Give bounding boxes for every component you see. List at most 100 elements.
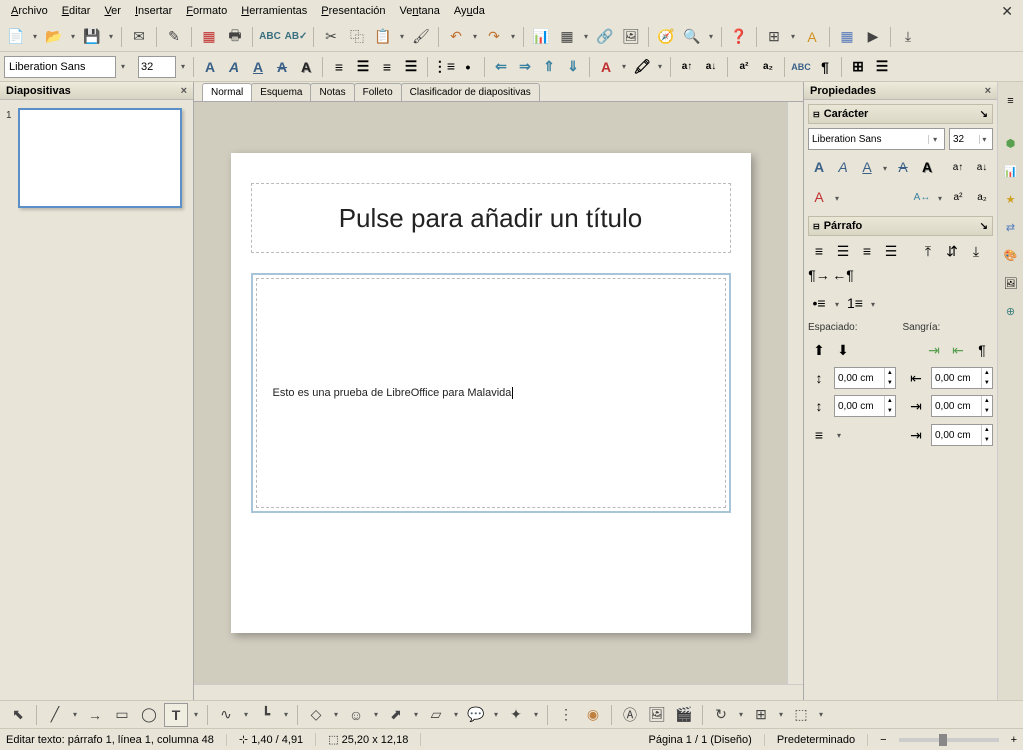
align-left-button[interactable]: ≡ xyxy=(328,56,350,78)
align-justify-button[interactable]: ☰ xyxy=(400,56,422,78)
sidebar-font-combo[interactable]: ▾ xyxy=(808,128,945,150)
font-size-dropdown[interactable]: ▾ xyxy=(178,55,188,79)
sb-bullets-dropdown[interactable]: ▾ xyxy=(832,292,842,316)
zoom-in-button[interactable]: + xyxy=(1011,734,1017,746)
demote-button[interactable]: ⇒ xyxy=(514,56,536,78)
indent-left-spinner[interactable]: ▲▼ xyxy=(931,367,993,389)
email-icon[interactable]: ✉ xyxy=(127,25,151,49)
align-objects-dropdown[interactable]: ▾ xyxy=(776,703,786,727)
sb-indent-inc-button[interactable]: ⇥ xyxy=(923,339,945,361)
sb-subscript-button[interactable]: a₂ xyxy=(971,186,993,208)
flowchart-icon[interactable]: ▱ xyxy=(424,703,448,727)
arrange-icon[interactable]: ⬚ xyxy=(789,703,813,727)
bullets-toggle-button[interactable]: • xyxy=(457,56,479,78)
sb-align-left-button[interactable]: ≡ xyxy=(808,240,830,262)
zoom-dropdown[interactable]: ▾ xyxy=(706,25,716,49)
points-icon[interactable]: ⋮ xyxy=(554,703,578,727)
sb-valign-mid-button[interactable]: ⇵ xyxy=(941,240,963,262)
sb-hanging-button[interactable]: ¶ xyxy=(971,339,993,361)
symbol-shapes-dropdown[interactable]: ▾ xyxy=(371,703,381,727)
tab-outline[interactable]: Esquema xyxy=(251,83,311,101)
subscript-button[interactable]: a₂ xyxy=(757,56,779,78)
sb-align-right-button[interactable]: ≡ xyxy=(856,240,878,262)
spin-up[interactable]: ▲ xyxy=(885,396,895,406)
paragraph-section-header[interactable]: ⊟ Párrafo ↘ xyxy=(808,216,993,236)
para-more-icon[interactable]: ↘ xyxy=(980,221,988,232)
spin-up[interactable]: ▲ xyxy=(982,396,992,406)
collapse-icon[interactable]: ⊟ xyxy=(813,110,820,119)
paste-dropdown[interactable]: ▾ xyxy=(397,25,407,49)
sidebar-size-dropdown[interactable]: ▾ xyxy=(979,135,989,144)
spin-down[interactable]: ▼ xyxy=(885,378,895,388)
glue-icon[interactable]: ◉ xyxy=(581,703,605,727)
sb-numbering-button[interactable]: 1≡ xyxy=(844,292,866,314)
font-color-dropdown[interactable]: ▾ xyxy=(619,55,629,79)
spin-down[interactable]: ▼ xyxy=(982,435,992,445)
indent-right-spinner[interactable]: ▲▼ xyxy=(931,395,993,417)
text-icon[interactable]: T xyxy=(164,703,188,727)
zoom-slider-thumb[interactable] xyxy=(939,734,947,746)
sb-shadow-button[interactable]: A xyxy=(916,156,938,178)
menu-ventana[interactable]: Ventana xyxy=(393,2,447,20)
chart-icon[interactable]: 📊 xyxy=(529,25,553,49)
tab-notes[interactable]: Notas xyxy=(310,83,354,101)
callouts-icon[interactable]: 💬 xyxy=(464,703,488,727)
line-spacing-icon[interactable]: ≡ xyxy=(808,424,830,446)
menu-ver[interactable]: Ver xyxy=(97,2,128,20)
paste-icon[interactable]: 📋 xyxy=(371,25,395,49)
increase-font-button[interactable]: a↑ xyxy=(676,56,698,78)
sb-numbering-dropdown[interactable]: ▾ xyxy=(868,292,878,316)
new-doc-icon[interactable]: 📄 xyxy=(4,25,28,49)
redo-icon[interactable]: ↷ xyxy=(482,25,506,49)
sb-bullets-button[interactable]: •≡ xyxy=(808,292,830,314)
zoom-slider[interactable] xyxy=(899,738,999,742)
char-dialog-button[interactable]: ABC xyxy=(790,56,812,78)
rotate-icon[interactable]: ↻ xyxy=(709,703,733,727)
autospell-icon[interactable]: AB✓ xyxy=(284,25,308,49)
character-section-header[interactable]: ⊟ Carácter ↘ xyxy=(808,104,993,124)
space-below-input[interactable] xyxy=(835,401,884,412)
char-more-icon[interactable]: ↘ xyxy=(980,109,988,120)
move-up-button[interactable]: ⇑ xyxy=(538,56,560,78)
sidetab-animation-icon[interactable]: ★ xyxy=(1000,188,1022,210)
sb-ltr-button[interactable]: ¶→ xyxy=(808,264,830,286)
close-icon[interactable]: ✕ xyxy=(995,3,1019,20)
content-text-box[interactable]: Esto es una prueba de LibreOffice para M… xyxy=(251,273,731,513)
undo-icon[interactable]: ↶ xyxy=(444,25,468,49)
slides-panel-close-icon[interactable]: × xyxy=(181,85,187,97)
sidebar-font-input[interactable] xyxy=(812,134,928,145)
sb-increase-font-button[interactable]: a↑ xyxy=(947,156,969,178)
copy-icon[interactable]: ⿻ xyxy=(345,25,369,49)
block-arrows-icon[interactable]: ⬈ xyxy=(384,703,408,727)
pdf-export-icon[interactable]: ▦ xyxy=(197,25,221,49)
stars-icon[interactable]: ✦ xyxy=(504,703,528,727)
slide-canvas[interactable]: Pulse para añadir un título Esto es una … xyxy=(194,102,787,684)
sb-italic-button[interactable]: A xyxy=(832,156,854,178)
spin-up[interactable]: ▲ xyxy=(982,368,992,378)
font-size-input[interactable] xyxy=(141,61,173,73)
open-dropdown[interactable]: ▾ xyxy=(68,25,78,49)
from-file-icon[interactable]: 🖼 xyxy=(645,703,669,727)
highlight-dropdown[interactable]: ▾ xyxy=(655,55,665,79)
spin-down[interactable]: ▼ xyxy=(982,378,992,388)
sb-bold-button[interactable]: A xyxy=(808,156,830,178)
para-dialog-button[interactable]: ¶ xyxy=(814,56,836,78)
sb-font-color-dropdown[interactable]: ▾ xyxy=(832,186,842,210)
shadow-button[interactable]: A xyxy=(295,56,317,78)
save-dropdown[interactable]: ▾ xyxy=(106,25,116,49)
redo-dropdown[interactable]: ▾ xyxy=(508,25,518,49)
spin-up[interactable]: ▲ xyxy=(885,368,895,378)
strike-button[interactable]: A xyxy=(271,56,293,78)
properties-close-icon[interactable]: × xyxy=(985,85,991,97)
indent-right-input[interactable] xyxy=(932,401,981,412)
line-dropdown[interactable]: ▾ xyxy=(70,703,80,727)
sb-char-spacing-dropdown[interactable]: ▾ xyxy=(935,186,945,210)
space-above-spinner[interactable]: ▲▼ xyxy=(834,367,896,389)
line-spacing-dropdown[interactable]: ▾ xyxy=(834,423,844,447)
arrow-icon[interactable]: → xyxy=(83,703,107,727)
sidetab-transition-icon[interactable]: ⇄ xyxy=(1000,216,1022,238)
indent-left-input[interactable] xyxy=(932,373,981,384)
help-icon[interactable]: ❓ xyxy=(727,25,751,49)
curve-dropdown[interactable]: ▾ xyxy=(241,703,251,727)
font-name-combo[interactable] xyxy=(4,56,116,78)
